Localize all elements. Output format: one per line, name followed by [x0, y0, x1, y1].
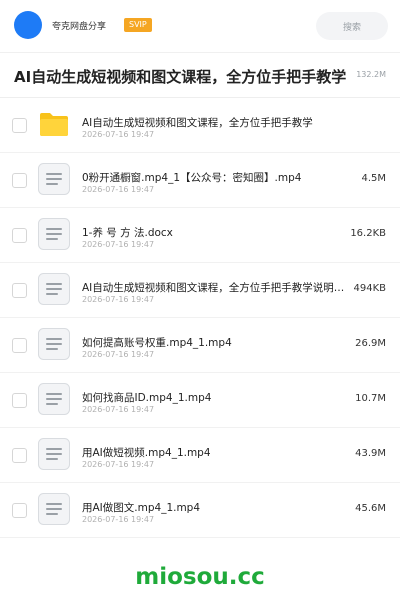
file-date: 2026-07-16 19:47 — [82, 130, 155, 139]
file-row[interactable]: 用AI做短视频.mp4_1.mp4 2026-07-16 19:47 43.9M — [0, 428, 400, 483]
row-checkbox[interactable] — [12, 283, 27, 298]
title-row: 132.2M AI自动生成短视频和图文课程，全方位手把手教学 — [0, 52, 400, 98]
file-date: 2026-07-16 19:47 — [82, 240, 155, 249]
page-title: AI自动生成短视频和图文课程，全方位手把手教学 — [14, 68, 347, 86]
row-checkbox[interactable] — [12, 393, 27, 408]
file-size: 43.9M — [355, 448, 386, 459]
file-name: AI自动生成短视频和图文课程，全方位手把手教学 — [82, 117, 313, 129]
file-row[interactable]: 1-养 号 方 法.docx 2026-07-16 19:47 16.2KB — [0, 208, 400, 263]
document-icon — [38, 328, 70, 360]
document-icon — [38, 273, 70, 305]
watermark-text: miosou.cc — [135, 564, 265, 590]
file-name: 用AI做图文.mp4_1.mp4 — [82, 502, 201, 514]
search-placeholder: 搜索 — [342, 22, 361, 33]
file-size: 16.2KB — [350, 228, 386, 239]
file-row[interactable]: 如何提高账号权重.mp4_1.mp4 2026-07-16 19:47 26.9M — [0, 318, 400, 373]
file-size: 494KB — [353, 283, 386, 294]
document-icon — [38, 383, 70, 415]
file-name: 如何提高账号权重.mp4_1.mp4 — [82, 337, 232, 349]
row-checkbox[interactable] — [12, 338, 27, 353]
file-size: 4.5M — [361, 173, 386, 184]
file-row[interactable]: 用AI做图文.mp4_1.mp4 2026-07-16 19:47 45.6M — [0, 483, 400, 538]
row-checkbox[interactable] — [12, 503, 27, 518]
file-name: 用AI做短视频.mp4_1.mp4 — [82, 447, 211, 459]
document-icon — [38, 218, 70, 250]
file-date: 2026-07-16 19:47 — [82, 405, 155, 414]
file-list: AI自动生成短视频和图文课程，全方位手把手教学 2026-07-16 19:47 0… — [0, 98, 400, 538]
file-size: 45.6M — [355, 503, 386, 514]
document-icon — [38, 493, 70, 525]
search-input[interactable]: 搜索 — [316, 12, 388, 40]
folder-icon — [38, 108, 70, 140]
file-name: 如何找商品ID.mp4_1.mp4 — [82, 392, 212, 404]
file-row[interactable]: AI自动生成短视频和图文课程，全方位手把手教学说明… 2026-07-16 19:… — [0, 263, 400, 318]
file-date: 2026-07-16 19:47 — [82, 350, 155, 359]
row-checkbox[interactable] — [12, 448, 27, 463]
document-icon — [38, 438, 70, 470]
row-checkbox[interactable] — [12, 118, 27, 133]
file-date: 2026-07-16 19:47 — [82, 460, 155, 469]
file-row[interactable]: 0粉开通橱窗.mp4_1【公众号：密知圈】.mp4 2026-07-16 19:4… — [0, 153, 400, 208]
file-name: 0粉开通橱窗.mp4_1【公众号：密知圈】.mp4 — [82, 172, 302, 184]
file-row[interactable]: AI自动生成短视频和图文课程，全方位手把手教学 2026-07-16 19:47 — [0, 98, 400, 153]
file-size: 26.9M — [355, 338, 386, 349]
total-size: 132.2M — [356, 70, 386, 79]
share-owner-name: 夸克网盘分享 — [52, 22, 107, 32]
avatar[interactable] — [14, 11, 42, 39]
file-row[interactable]: 如何找商品ID.mp4_1.mp4 2026-07-16 19:47 10.7M — [0, 373, 400, 428]
row-checkbox[interactable] — [12, 173, 27, 188]
file-date: 2026-07-16 19:47 — [82, 515, 155, 524]
file-date: 2026-07-16 19:47 — [82, 185, 155, 194]
file-date: 2026-07-16 19:47 — [82, 295, 155, 304]
document-icon — [38, 163, 70, 195]
file-size: 10.7M — [355, 393, 386, 404]
svip-badge: SVIP — [124, 18, 152, 32]
file-name: 1-养 号 方 法.docx — [82, 227, 173, 239]
row-checkbox[interactable] — [12, 228, 27, 243]
top-bar: 夸克网盘分享 SVIP 搜索 — [0, 0, 400, 53]
file-name: AI自动生成短视频和图文课程，全方位手把手教学说明… — [82, 282, 345, 294]
